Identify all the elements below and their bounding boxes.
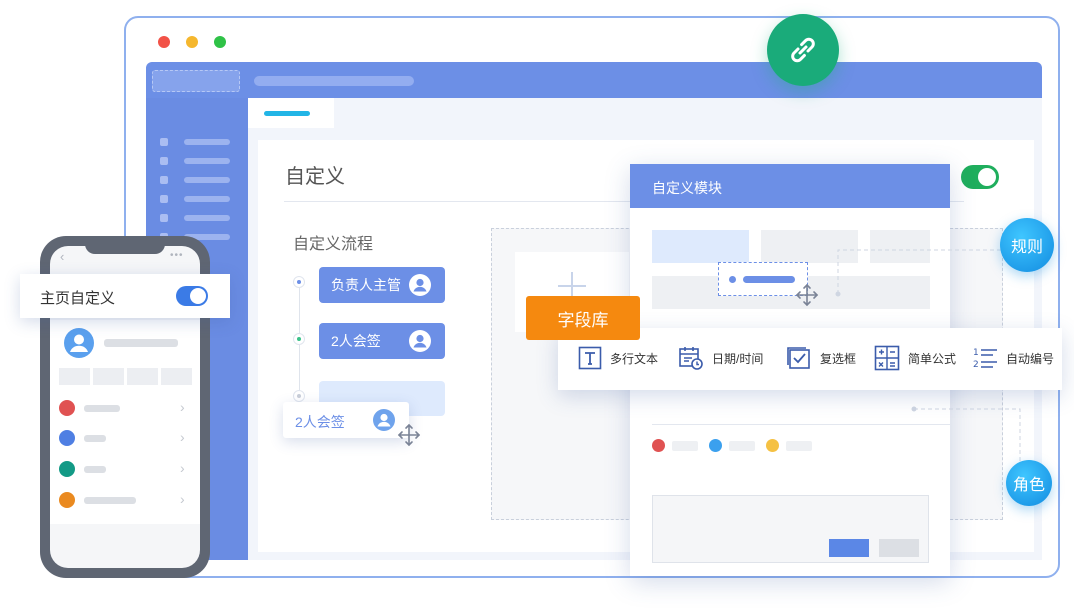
sidebar-item[interactable] [184, 177, 230, 183]
field-item-auto-number[interactable]: 12 自动编号 [972, 338, 1054, 378]
window-close-dot[interactable] [158, 36, 170, 48]
list-item-placeholder[interactable] [84, 497, 136, 504]
flow-title: 自定义流程 [293, 236, 374, 253]
custom-module-title: 自定义模块 [652, 180, 722, 196]
field-library-label: 字段库 [526, 296, 640, 340]
sidebar-item[interactable] [184, 139, 230, 145]
field-item-simple-formula[interactable]: 简单公式 [874, 338, 956, 378]
chevron-right-icon: › [180, 491, 185, 507]
user-avatar-icon [409, 330, 431, 352]
checkbox-icon [787, 347, 810, 369]
placeholder-text [729, 441, 755, 451]
calendar-clock-icon [679, 347, 703, 370]
phone-grid-cell[interactable] [127, 368, 158, 385]
module-enable-toggle[interactable] [961, 165, 999, 189]
chevron-right-icon: › [180, 399, 185, 415]
flow-step-dot [293, 333, 305, 345]
field-item-datetime[interactable]: 日期/时间 [678, 338, 763, 378]
rules-bubble[interactable]: 规则 [1000, 218, 1054, 272]
confirm-button[interactable] [829, 539, 869, 557]
phone-grid-cell[interactable] [161, 368, 192, 385]
sidebar-item-icon [160, 138, 168, 146]
field-item-label: 复选框 [820, 351, 857, 366]
field-item-label: 简单公式 [908, 351, 957, 366]
svg-text:2: 2 [973, 360, 979, 370]
more-dots-icon[interactable]: ••• [170, 250, 184, 261]
chevron-right-icon: › [180, 429, 185, 445]
tab-active-indicator [264, 111, 310, 116]
field-item-label: 自动编号 [1006, 351, 1055, 366]
list-item-placeholder[interactable] [84, 466, 106, 473]
module-field-block[interactable] [652, 230, 749, 263]
user-avatar-icon [373, 409, 395, 431]
custom-module-header: 自定义模块 [630, 164, 950, 208]
field-item-checkbox[interactable]: 复选框 [786, 338, 856, 378]
text-icon [578, 346, 602, 370]
roles-bubble[interactable]: 角色 [1006, 460, 1052, 506]
field-item-label: 日期/时间 [712, 351, 764, 366]
field-item-label: 多行文本 [610, 351, 659, 366]
list-item-placeholder[interactable] [84, 405, 120, 412]
sidebar-item-icon [160, 157, 168, 165]
profile-name-placeholder [104, 339, 178, 347]
list-item-icon [59, 492, 75, 508]
placeholder-text [786, 441, 812, 451]
flow-step-dot [293, 390, 305, 402]
list-item-icon [59, 461, 75, 477]
homepage-custom-toggle[interactable] [176, 286, 208, 306]
formula-icon [874, 345, 900, 371]
svg-text:1: 1 [973, 348, 979, 358]
move-cursor-icon [397, 423, 421, 447]
back-chevron-icon[interactable]: ‹ [60, 249, 64, 264]
list-item-icon [59, 430, 75, 446]
color-dot-blue [709, 439, 722, 452]
flow-node-label: 负责人主管 [331, 277, 401, 293]
list-item-placeholder[interactable] [84, 435, 106, 442]
link-icon [791, 37, 815, 63]
address-bar-placeholder [254, 76, 414, 86]
window-maximize-dot[interactable] [214, 36, 226, 48]
field-item-multiline-text[interactable]: 多行文本 [578, 338, 658, 378]
phone-grid-cell[interactable] [59, 368, 90, 385]
color-dot-yellow [766, 439, 779, 452]
profile-avatar [64, 328, 94, 358]
link-button[interactable] [767, 14, 839, 86]
numbered-list-icon: 12 [973, 348, 997, 370]
sidebar-item[interactable] [184, 215, 230, 221]
user-avatar-icon [409, 274, 431, 296]
move-cursor-icon [795, 283, 819, 307]
dragging-node-label: 2人会签 [295, 414, 345, 430]
flow-node-label: 2人会签 [331, 333, 381, 349]
flow-step-dot [293, 276, 305, 288]
phone-grid-cell[interactable] [93, 368, 124, 385]
sidebar-item[interactable] [184, 158, 230, 164]
sidebar-item-icon [160, 176, 168, 184]
phone-notch [85, 240, 165, 254]
sidebar-item-icon [160, 214, 168, 222]
placeholder-text [672, 441, 698, 451]
color-dot-red [652, 439, 665, 452]
homepage-custom-label: 主页自定义 [40, 290, 116, 307]
app-logo-placeholder [152, 70, 240, 92]
list-item-icon [59, 400, 75, 416]
sidebar-item-icon [160, 195, 168, 203]
window-minimize-dot[interactable] [186, 36, 198, 48]
cancel-button[interactable] [879, 539, 919, 557]
sidebar-item[interactable] [184, 196, 230, 202]
chevron-right-icon: › [180, 460, 185, 476]
page-title: 自定义 [285, 166, 345, 188]
